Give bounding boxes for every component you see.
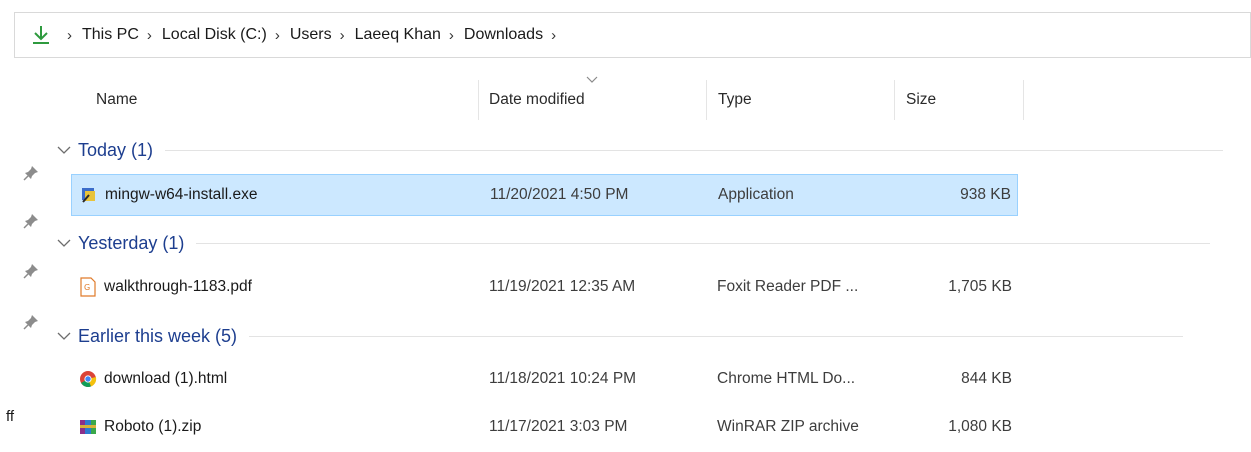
address-bar[interactable]: › This PC › Local Disk (C:) › Users › La… (14, 12, 1251, 58)
file-name: mingw-w64-install.exe (105, 186, 258, 203)
chevron-right-icon[interactable]: › (147, 27, 152, 44)
chevron-down-icon[interactable] (56, 142, 72, 158)
file-date: 11/18/2021 10:24 PM (489, 370, 637, 387)
file-row[interactable]: download (1).html 11/18/2021 10:24 PM Ch… (71, 358, 1018, 400)
breadcrumb-this-pc[interactable]: This PC (82, 26, 139, 44)
file-size: 938 KB (960, 186, 1011, 203)
file-type: Chrome HTML Do... (717, 370, 856, 387)
file-name: Roboto (1).zip (104, 418, 202, 435)
pin-icon[interactable] (22, 164, 40, 182)
chrome-icon (79, 369, 97, 389)
file-date: 11/19/2021 12:35 AM (489, 278, 636, 295)
file-type: WinRAR ZIP archive (717, 418, 859, 435)
installer-icon (80, 185, 98, 205)
group-divider (196, 242, 1211, 244)
chevron-down-icon[interactable] (56, 328, 72, 344)
file-date: 11/20/2021 4:50 PM (490, 186, 629, 203)
group-label: Yesterday (1) (78, 232, 185, 253)
column-header-type[interactable]: Type (707, 78, 894, 122)
chevron-right-icon[interactable]: › (340, 27, 345, 44)
group-divider (249, 335, 1184, 337)
breadcrumb-user-folder[interactable]: Laeeq Khan (355, 26, 441, 44)
file-row[interactable]: Roboto (1).zip 11/17/2021 3:03 PM WinRAR… (71, 406, 1018, 448)
breadcrumb-users[interactable]: Users (290, 26, 332, 44)
breadcrumb-local-disk[interactable]: Local Disk (C:) (162, 26, 267, 44)
file-type: Application (718, 186, 794, 203)
file-name: walkthrough-1183.pdf (104, 278, 252, 295)
chevron-right-icon[interactable]: › (449, 27, 454, 44)
file-date: 11/17/2021 3:03 PM (489, 418, 628, 435)
breadcrumb-downloads[interactable]: Downloads (464, 26, 543, 44)
group-header-today[interactable]: Today (1) (56, 135, 1251, 165)
pin-icon[interactable] (22, 262, 40, 280)
group-divider (165, 149, 1224, 151)
group-label: Earlier this week (5) (78, 325, 238, 346)
chevron-down-icon[interactable] (56, 235, 72, 251)
pin-icon[interactable] (22, 212, 40, 230)
column-header-size[interactable]: Size (895, 78, 1023, 122)
file-name: download (1).html (104, 370, 228, 387)
file-type: Foxit Reader PDF ... (717, 278, 859, 295)
pin-icon[interactable] (22, 313, 40, 331)
file-row[interactable]: G walkthrough-1183.pdf 11/19/2021 12:35 … (71, 266, 1018, 308)
group-label: Today (1) (78, 139, 154, 160)
stray-text: ff (6, 408, 15, 425)
pdf-file-icon: G (79, 277, 97, 297)
file-row[interactable]: mingw-w64-install.exe 11/20/2021 4:50 PM… (71, 174, 1018, 216)
column-header-name[interactable]: Name (71, 78, 478, 122)
column-header-date[interactable]: Date modified (479, 78, 706, 122)
svg-text:G: G (84, 283, 90, 292)
chevron-right-icon[interactable]: › (551, 27, 556, 44)
file-size: 1,705 KB (948, 278, 1012, 295)
chevron-right-icon: › (67, 26, 72, 44)
column-divider[interactable] (1023, 80, 1024, 120)
group-header-yesterday[interactable]: Yesterday (1) (56, 228, 1251, 258)
downloads-icon (31, 23, 53, 47)
group-header-earlier-this-week[interactable]: Earlier this week (5) (56, 321, 1251, 351)
winrar-icon (79, 417, 97, 437)
file-size: 844 KB (961, 370, 1012, 387)
file-size: 1,080 KB (948, 418, 1012, 435)
chevron-right-icon[interactable]: › (275, 27, 280, 44)
